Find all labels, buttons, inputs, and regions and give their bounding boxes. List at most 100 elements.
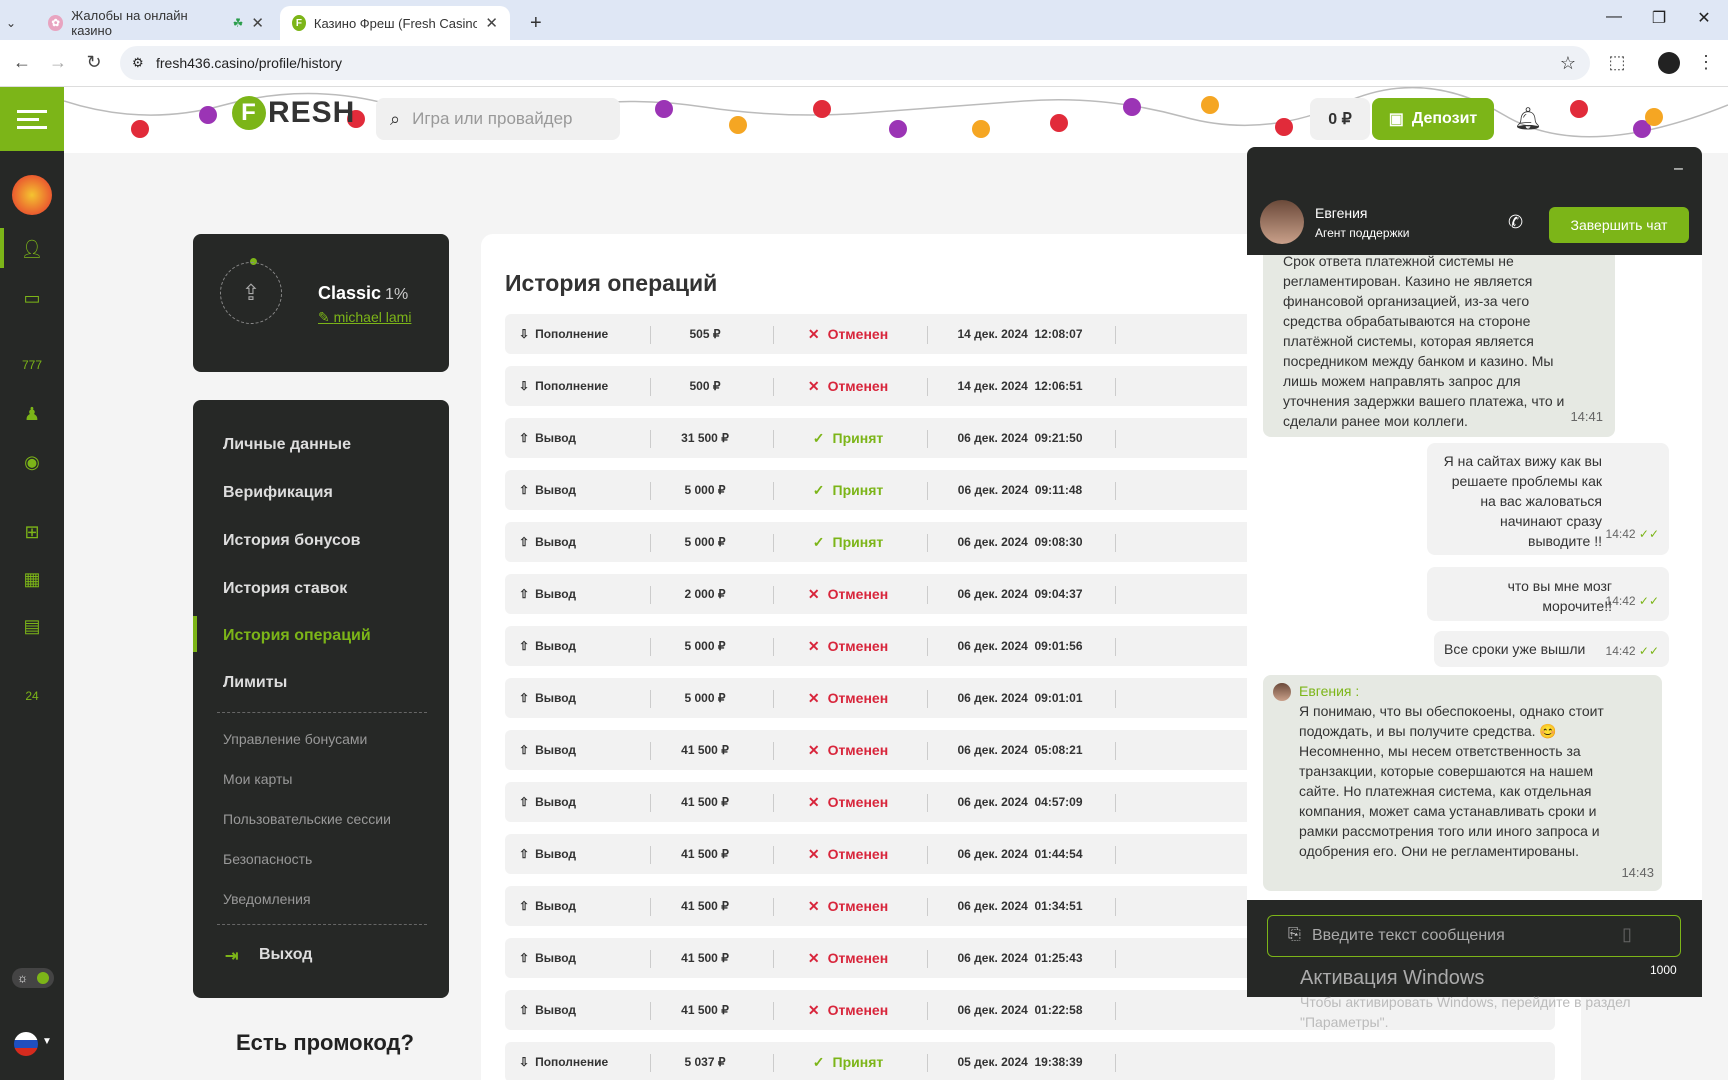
operation-status: ✕ Отменен	[773, 730, 923, 770]
operation-type-label: Вывод	[535, 847, 576, 861]
logout-button[interactable]: Выход	[259, 946, 312, 964]
double-check-icon: ✓✓	[1638, 594, 1659, 608]
message-text: Все сроки уже вышли	[1444, 641, 1586, 657]
sports-ball-icon[interactable]: ◉	[18, 448, 46, 476]
extensions-icon[interactable]: ⬚	[1605, 52, 1629, 73]
clover-icon: ☘	[232, 16, 244, 30]
cross-icon: ✕	[807, 949, 820, 966]
check-icon: ✓	[812, 533, 825, 550]
table-row[interactable]: ⇩ Пополнение 5 037 ₽ ✓ Принят 05 дек. 2024 19…	[505, 1042, 1555, 1080]
back-icon[interactable]: ←	[10, 52, 34, 73]
close-icon[interactable]: ✕	[251, 14, 264, 32]
operation-type-label: Вывод	[535, 535, 576, 549]
more-vert-icon[interactable]: ⋮	[1694, 52, 1718, 73]
tab-fresh-casino[interactable]: F Казино Фреш (Fresh Casino) - с ✕	[280, 6, 510, 40]
chat-messages[interactable]: Срок ответа платежной системы не регламе…	[1247, 255, 1702, 900]
operation-datetime: 06 дек. 2024 09:21:50	[935, 418, 1105, 458]
double-check-icon: ✓✓	[1638, 644, 1659, 658]
status-label: Отменен	[827, 794, 889, 810]
ticket-icon[interactable]: ▤	[18, 612, 46, 640]
deposit-button[interactable]: ▣ Депозит	[1372, 98, 1494, 140]
menu-item-user-sessions[interactable]: Пользовательские сессии	[223, 811, 391, 827]
user-icon[interactable]: 👤︎	[18, 235, 46, 263]
operation-status: ✕ Отменен	[773, 990, 923, 1030]
operation-time: 09:01:01	[1034, 691, 1083, 705]
operation-amount: 5 000 ₽	[684, 639, 726, 653]
url-field[interactable]: ⚙ fresh436.casino/profile/history ☆	[120, 46, 1590, 80]
bell-icon[interactable]: 🔔︎	[1514, 106, 1542, 132]
status-label: Отменен	[827, 898, 889, 914]
operation-status: ✓ Принят	[773, 1042, 923, 1080]
loyalty-level: Classic 1%	[318, 283, 408, 304]
username-link[interactable]: ✎ michael lami	[318, 309, 411, 326]
language-flag-icon[interactable]	[14, 1032, 38, 1056]
operation-date: 06 дек. 2024	[957, 535, 1028, 549]
new-tab-button[interactable]: +	[518, 6, 554, 40]
star-icon[interactable]: ☆	[1560, 53, 1576, 74]
operation-type: ⇩ Пополнение	[519, 1042, 608, 1080]
phone-icon[interactable]: ✆	[1508, 212, 1523, 233]
wallet-icon: ▣	[1388, 111, 1404, 128]
slots-icon[interactable]: 777	[18, 351, 46, 379]
menu-item-bonus-history[interactable]: История бонусов	[223, 532, 361, 550]
forward-icon[interactable]: →	[46, 52, 70, 73]
upload-icon: ⇧	[519, 691, 530, 705]
menu-item-bonus-management[interactable]: Управление бонусами	[223, 731, 367, 747]
restore-window-icon[interactable]: ❐	[1639, 8, 1679, 28]
profile-avatar-icon[interactable]	[1658, 52, 1680, 74]
column-separator	[1115, 794, 1116, 812]
message-time: 14:41	[1570, 409, 1603, 424]
tab-complaints[interactable]: ✿ Жалобы на онлайн казино ☘ ✕	[36, 6, 276, 40]
menu-item-personal-data[interactable]: Личные данные	[223, 436, 351, 454]
close-window-icon[interactable]: ✕	[1684, 8, 1724, 28]
operation-type-label: Вывод	[535, 431, 576, 445]
calendar-icon[interactable]: ▦	[18, 565, 46, 593]
gift-icon[interactable]: ⊞	[18, 518, 46, 546]
dealer-icon[interactable]: ♟	[18, 400, 46, 428]
menu-item-security[interactable]: Безопасность	[223, 851, 312, 867]
chat-minimize-button[interactable]: –	[1674, 160, 1683, 178]
level-percent: 1%	[385, 286, 409, 303]
operation-type: ⇧ Вывод	[519, 782, 576, 822]
theme-toggle[interactable]: ☼	[12, 968, 54, 988]
close-icon[interactable]: ✕	[485, 14, 498, 32]
status-label: Отменен	[827, 586, 889, 602]
operation-type-label: Пополнение	[535, 379, 609, 393]
message-text: Я на сайтах вижу как вы решаете проблемы…	[1443, 453, 1602, 549]
fresh-logo[interactable]: F RESH	[232, 96, 355, 130]
menu-item-notifications[interactable]: Уведомления	[223, 891, 311, 907]
attach-icon[interactable]: ⎘	[1288, 926, 1301, 944]
operation-type: ⇧ Вывод	[519, 938, 576, 978]
operation-time: 19:38:39	[1034, 1055, 1083, 1069]
menu-item-bet-history[interactable]: История ставок	[223, 580, 347, 598]
upload-avatar-icon[interactable]: ⇪	[220, 262, 282, 324]
status-label: Отменен	[827, 950, 889, 966]
end-chat-button[interactable]: Завершить чат	[1549, 207, 1689, 243]
coin-icon[interactable]	[12, 175, 52, 215]
column-separator	[1115, 1002, 1116, 1020]
chat-message-input[interactable]: Введите текст сообщения	[1267, 915, 1681, 957]
tab-list-button[interactable]: ⌄	[6, 6, 16, 40]
upload-icon: ⇧	[519, 795, 530, 809]
menu-item-operations-history[interactable]: История операций	[223, 627, 371, 645]
operation-amount: 31 500 ₽	[681, 431, 729, 445]
promo-code-heading: Есть промокод?	[236, 1030, 414, 1055]
download-icon: ⇩	[519, 327, 530, 341]
menu-item-verification[interactable]: Верификация	[223, 484, 333, 502]
game-search-input[interactable]: ⌕ Игра или провайдер	[376, 98, 620, 140]
minimize-window-icon[interactable]: —	[1594, 8, 1634, 26]
hamburger-menu-button[interactable]	[0, 87, 64, 151]
emoji-icon[interactable]: ▯	[1622, 924, 1632, 945]
site-settings-icon[interactable]: ⚙	[132, 55, 144, 71]
status-label: Отменен	[827, 690, 889, 706]
support-24-icon[interactable]: 24	[18, 682, 46, 710]
edit-icon: ✎	[318, 309, 334, 325]
menu-item-my-cards[interactable]: Мои карты	[223, 771, 293, 787]
operation-date: 06 дек. 2024	[957, 743, 1028, 757]
operation-status: ✕ Отменен	[773, 366, 923, 406]
download-icon: ⇩	[519, 379, 530, 393]
wallet-icon[interactable]: ▭	[18, 284, 46, 312]
reload-icon[interactable]: ↻	[82, 52, 106, 73]
operation-status: ✕ Отменен	[773, 938, 923, 978]
menu-item-limits[interactable]: Лимиты	[223, 674, 287, 692]
